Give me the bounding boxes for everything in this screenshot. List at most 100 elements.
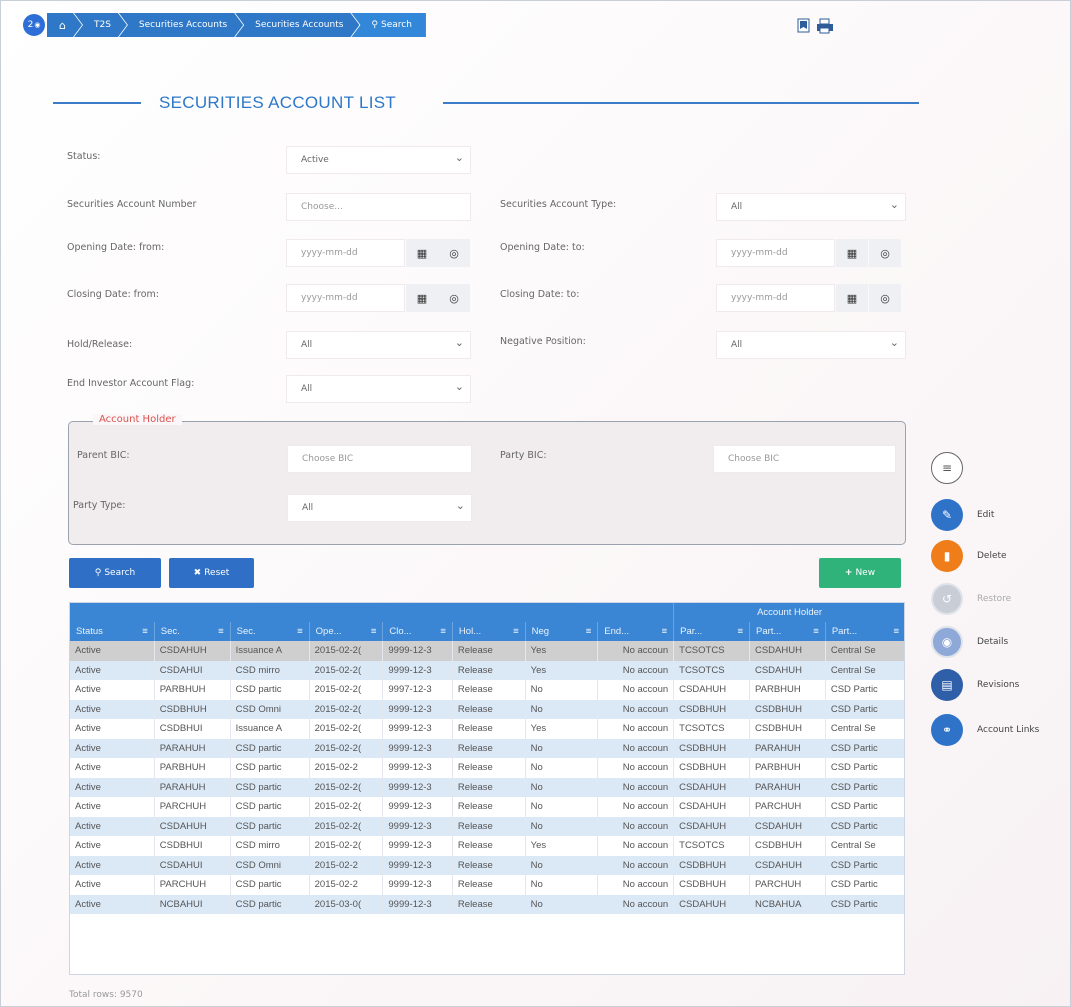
bookmark-icon[interactable] bbox=[796, 18, 812, 34]
breadcrumb-securities-accounts-2[interactable]: Securities Accounts bbox=[235, 13, 359, 37]
side-menu-item-details[interactable]: ◉ Details bbox=[931, 625, 1071, 659]
title-divider-right bbox=[443, 102, 919, 104]
party-bic-input[interactable]: Choose BIC bbox=[713, 445, 896, 473]
breadcrumb-securities-accounts[interactable]: Securities Accounts bbox=[119, 13, 243, 37]
table-cell: 2015-02-2( bbox=[309, 660, 384, 680]
table-cell: CSDBHUH bbox=[154, 699, 231, 719]
table-row[interactable]: Active CSDAHUI CSD Omni 2015-02-2 9999-12-3 R… bbox=[70, 855, 904, 875]
plus-icon: + bbox=[844, 568, 853, 578]
closing-to-input[interactable]: yyyy-mm-dd bbox=[716, 284, 835, 312]
column-header[interactable]: Hol... ≡ bbox=[452, 622, 526, 641]
home-icon: ⌂ bbox=[59, 18, 66, 32]
side-menu-label: Restore bbox=[977, 594, 1012, 604]
clear-icon[interactable]: ◎ bbox=[438, 239, 470, 267]
clear-icon[interactable]: ◎ bbox=[438, 284, 470, 312]
column-header-label: Sec. bbox=[160, 626, 180, 637]
calendar-icon[interactable]: ▦ bbox=[836, 239, 868, 267]
column-menu-icon[interactable]: ≡ bbox=[218, 626, 224, 637]
column-menu-icon[interactable]: ≡ bbox=[813, 626, 819, 637]
badge-count: 2 bbox=[27, 20, 34, 30]
calendar-icon[interactable]: ▦ bbox=[406, 284, 438, 312]
closing-from-input[interactable]: yyyy-mm-dd bbox=[286, 284, 405, 312]
table-cell: Yes bbox=[525, 836, 599, 856]
column-header[interactable]: Status ≡ bbox=[70, 622, 155, 641]
table-row[interactable]: Active CSDAHUI CSD mirro 2015-02-2(9999-12-… bbox=[70, 660, 904, 680]
breadcrumb-search[interactable]: ⚲ Search bbox=[351, 13, 426, 37]
account-number-placeholder: Choose... bbox=[301, 202, 343, 212]
column-menu-icon[interactable]: ≡ bbox=[737, 626, 743, 637]
table-cell: CSD Partic bbox=[825, 797, 904, 817]
column-header[interactable]: Part... ≡ bbox=[749, 622, 826, 641]
table-cell: CSDAHUH bbox=[673, 797, 750, 817]
table-row[interactable]: Active PARBHUH CSD partic 2015-02-2 9999-12-… bbox=[70, 758, 904, 778]
calendar-icon[interactable]: ▦ bbox=[406, 239, 438, 267]
column-menu-icon[interactable]: ≡ bbox=[662, 626, 668, 637]
column-menu-icon[interactable]: ≡ bbox=[440, 626, 446, 637]
table-cell: 9999-12-3 bbox=[382, 699, 453, 719]
status-select[interactable]: Active bbox=[286, 146, 471, 174]
notification-badge[interactable]: 2 ◉ bbox=[23, 14, 45, 36]
column-menu-icon[interactable]: ≡ bbox=[893, 626, 899, 637]
table-cell: CSD partic bbox=[230, 875, 310, 895]
table-cell: Active bbox=[70, 660, 155, 680]
table-cell: CSD partic bbox=[230, 758, 310, 778]
column-menu-icon[interactable]: ≡ bbox=[297, 626, 303, 637]
table-row[interactable]: Active CSDAHUH CSD partic 2015-02-2(9999-12… bbox=[70, 816, 904, 836]
clear-icon[interactable]: ◎ bbox=[869, 284, 901, 312]
side-menu-item-account-links[interactable]: ⚭ Account Links bbox=[931, 713, 1071, 747]
account-number-input[interactable]: Choose... bbox=[286, 193, 471, 221]
column-menu-icon[interactable]: ≡ bbox=[371, 626, 377, 637]
table-cell: 2015-02-2( bbox=[309, 699, 384, 719]
column-header[interactable]: End... ≡ bbox=[597, 622, 675, 641]
new-button[interactable]: + New bbox=[819, 558, 901, 588]
column-menu-icon[interactable]: ≡ bbox=[142, 626, 148, 637]
print-icon[interactable] bbox=[816, 18, 833, 34]
reset-button[interactable]: ✖ Reset bbox=[169, 558, 254, 588]
table-cell: Issuance A bbox=[230, 719, 310, 739]
table-row[interactable]: Active PARCHUH CSD partic 2015-02-2(9999-12… bbox=[70, 797, 904, 817]
table-row[interactable]: Active PARCHUH CSD partic 2015-02-2 9999-12-… bbox=[70, 875, 904, 895]
calendar-icon[interactable]: ▦ bbox=[836, 284, 868, 312]
column-menu-icon[interactable]: ≡ bbox=[513, 626, 519, 637]
column-header[interactable]: Ope... ≡ bbox=[309, 622, 384, 641]
opening-to-input[interactable]: yyyy-mm-dd bbox=[716, 239, 835, 267]
column-header[interactable]: Part... ≡ bbox=[825, 622, 904, 641]
search-button[interactable]: ⚲ Search bbox=[69, 558, 161, 588]
table-cell: No accoun bbox=[597, 875, 675, 895]
side-menu-item-toggle[interactable]: ≡ bbox=[931, 451, 1071, 485]
table-row[interactable]: Active PARBHUH CSD partic 2015-02-2(9997-12… bbox=[70, 680, 904, 700]
parent-bic-input[interactable]: Choose BIC bbox=[287, 445, 472, 473]
side-menu-item-restore[interactable]: ↺ Restore bbox=[931, 582, 1071, 616]
column-header[interactable]: Clo... ≡ bbox=[382, 622, 453, 641]
opening-from-input[interactable]: yyyy-mm-dd bbox=[286, 239, 405, 267]
negative-position-select[interactable]: All bbox=[716, 331, 906, 359]
table-cell: PARCHUH bbox=[154, 875, 231, 895]
column-menu-icon[interactable]: ≡ bbox=[586, 626, 592, 637]
side-menu-item-revisions[interactable]: ▤ Revisions bbox=[931, 668, 1071, 702]
reset-button-label: Reset bbox=[204, 568, 230, 578]
column-header-label: Neg bbox=[531, 626, 550, 637]
table-row[interactable]: Active CSDBHUH CSD Omni 2015-02-2(9999-12-3… bbox=[70, 699, 904, 719]
table-row[interactable]: Active PARAHUH CSD partic 2015-02-2(9999-12… bbox=[70, 777, 904, 797]
side-menu-item-edit[interactable]: ✎ Edit bbox=[931, 498, 1071, 532]
table-cell: CSDBHUH bbox=[749, 836, 826, 856]
table-row[interactable]: Active CSDAHUH Issuance A 2015-02-2(9999-12… bbox=[70, 641, 904, 661]
table-row[interactable]: Active NCBAHUI CSD partic 2015-03-0(9999-12… bbox=[70, 894, 904, 914]
side-menu-item-delete[interactable]: ▮ Delete bbox=[931, 539, 1071, 573]
clear-icon[interactable]: ◎ bbox=[869, 239, 901, 267]
party-type-select[interactable]: All bbox=[287, 494, 472, 522]
link-icon: ⚭ bbox=[931, 714, 963, 746]
end-investor-select[interactable]: All bbox=[286, 375, 471, 403]
column-header[interactable]: Par... ≡ bbox=[673, 622, 750, 641]
column-header[interactable]: Sec. ≡ bbox=[230, 622, 310, 641]
table-row[interactable]: Active CSDBHUI Issuance A 2015-02-2(9999-12… bbox=[70, 719, 904, 739]
table-cell: CSD mirro bbox=[230, 836, 310, 856]
column-header[interactable]: Neg ≡ bbox=[525, 622, 599, 641]
table-row[interactable]: Active CSDBHUI CSD mirro 2015-02-2(9999-12-… bbox=[70, 836, 904, 856]
hold-release-select[interactable]: All bbox=[286, 331, 471, 359]
column-header[interactable]: Sec. ≡ bbox=[154, 622, 231, 641]
table-cell: TCSOTCS bbox=[673, 836, 750, 856]
table-row[interactable]: Active PARAHUH CSD partic 2015-02-2(9999-12… bbox=[70, 738, 904, 758]
account-type-select[interactable]: All bbox=[716, 193, 906, 221]
table-cell: Release bbox=[452, 738, 526, 758]
